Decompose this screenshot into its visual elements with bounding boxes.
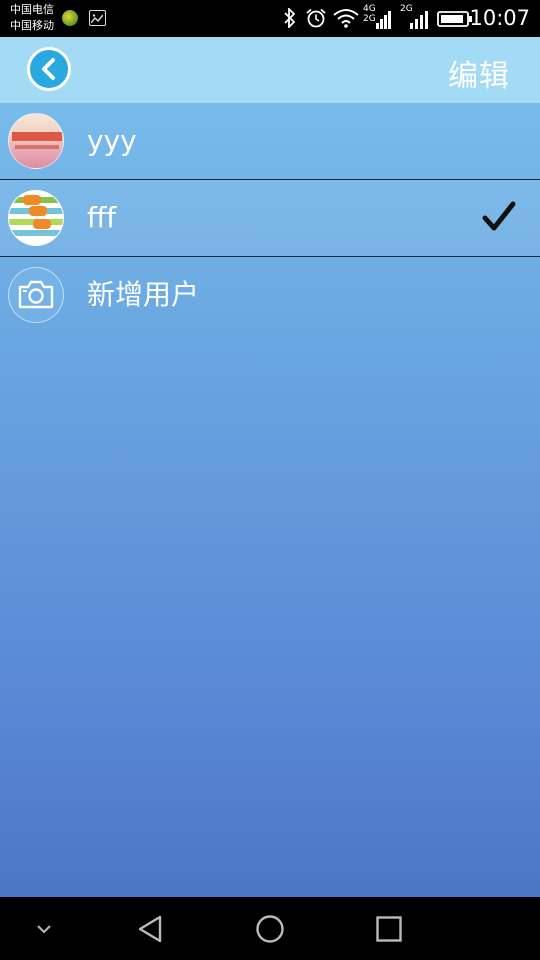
user-name: fff [87, 201, 117, 234]
screen: 中国电信 中国移动 4G 2G 2G 10:07 编辑 yyy fff 新增用户 [0, 0, 540, 960]
back-button[interactable] [27, 47, 71, 91]
alarm-icon [306, 8, 326, 28]
header: 编辑 [0, 37, 540, 103]
avatar-image-detail [15, 145, 59, 149]
gallery-icon [89, 10, 106, 26]
avatar-shape [23, 195, 41, 205]
clock: 10:07 [469, 6, 530, 30]
user-row-fff[interactable]: fff [0, 180, 540, 256]
user-row-yyy[interactable]: yyy [0, 103, 540, 179]
home-button[interactable] [245, 897, 295, 960]
user-list: yyy fff 新增用户 [0, 103, 540, 333]
carrier-info: 中国电信 中国移动 [10, 2, 54, 34]
app-notification-icon [62, 10, 78, 26]
recents-button[interactable] [364, 897, 414, 960]
network-type-1: 4G 2G [363, 4, 376, 24]
avatar-shape [33, 219, 51, 229]
navigation-bar [0, 897, 540, 960]
avatar-shape [29, 206, 47, 216]
battery-icon [437, 11, 472, 27]
avatar [8, 190, 64, 246]
check-icon [482, 201, 516, 231]
signal-icon [376, 11, 391, 29]
carrier-2: 中国移动 [10, 19, 54, 32]
user-name: yyy [87, 124, 137, 157]
add-user-label: 新增用户 [87, 278, 200, 311]
back-nav-button[interactable] [125, 897, 175, 960]
signal-icon [410, 11, 428, 29]
avatar [8, 113, 64, 169]
add-user-avatar [8, 267, 64, 323]
avatar-image-detail [12, 132, 62, 141]
bluetooth-icon [284, 8, 296, 28]
recents-square-icon [376, 915, 402, 942]
collapse-button[interactable] [24, 897, 64, 960]
back-triangle-icon [138, 915, 162, 942]
collapse-icon [37, 924, 51, 933]
add-user-row[interactable]: 新增用户 [0, 257, 540, 333]
home-circle-icon [256, 914, 284, 943]
avatar-stripe [9, 230, 63, 236]
status-bar: 中国电信 中国移动 4G 2G 2G 10:07 [0, 0, 540, 37]
edit-button[interactable]: 编辑 [448, 51, 510, 95]
camera-icon [18, 280, 54, 309]
chevron-left-icon [42, 58, 55, 80]
wifi-icon [333, 9, 359, 28]
carrier-1: 中国电信 [10, 3, 54, 16]
